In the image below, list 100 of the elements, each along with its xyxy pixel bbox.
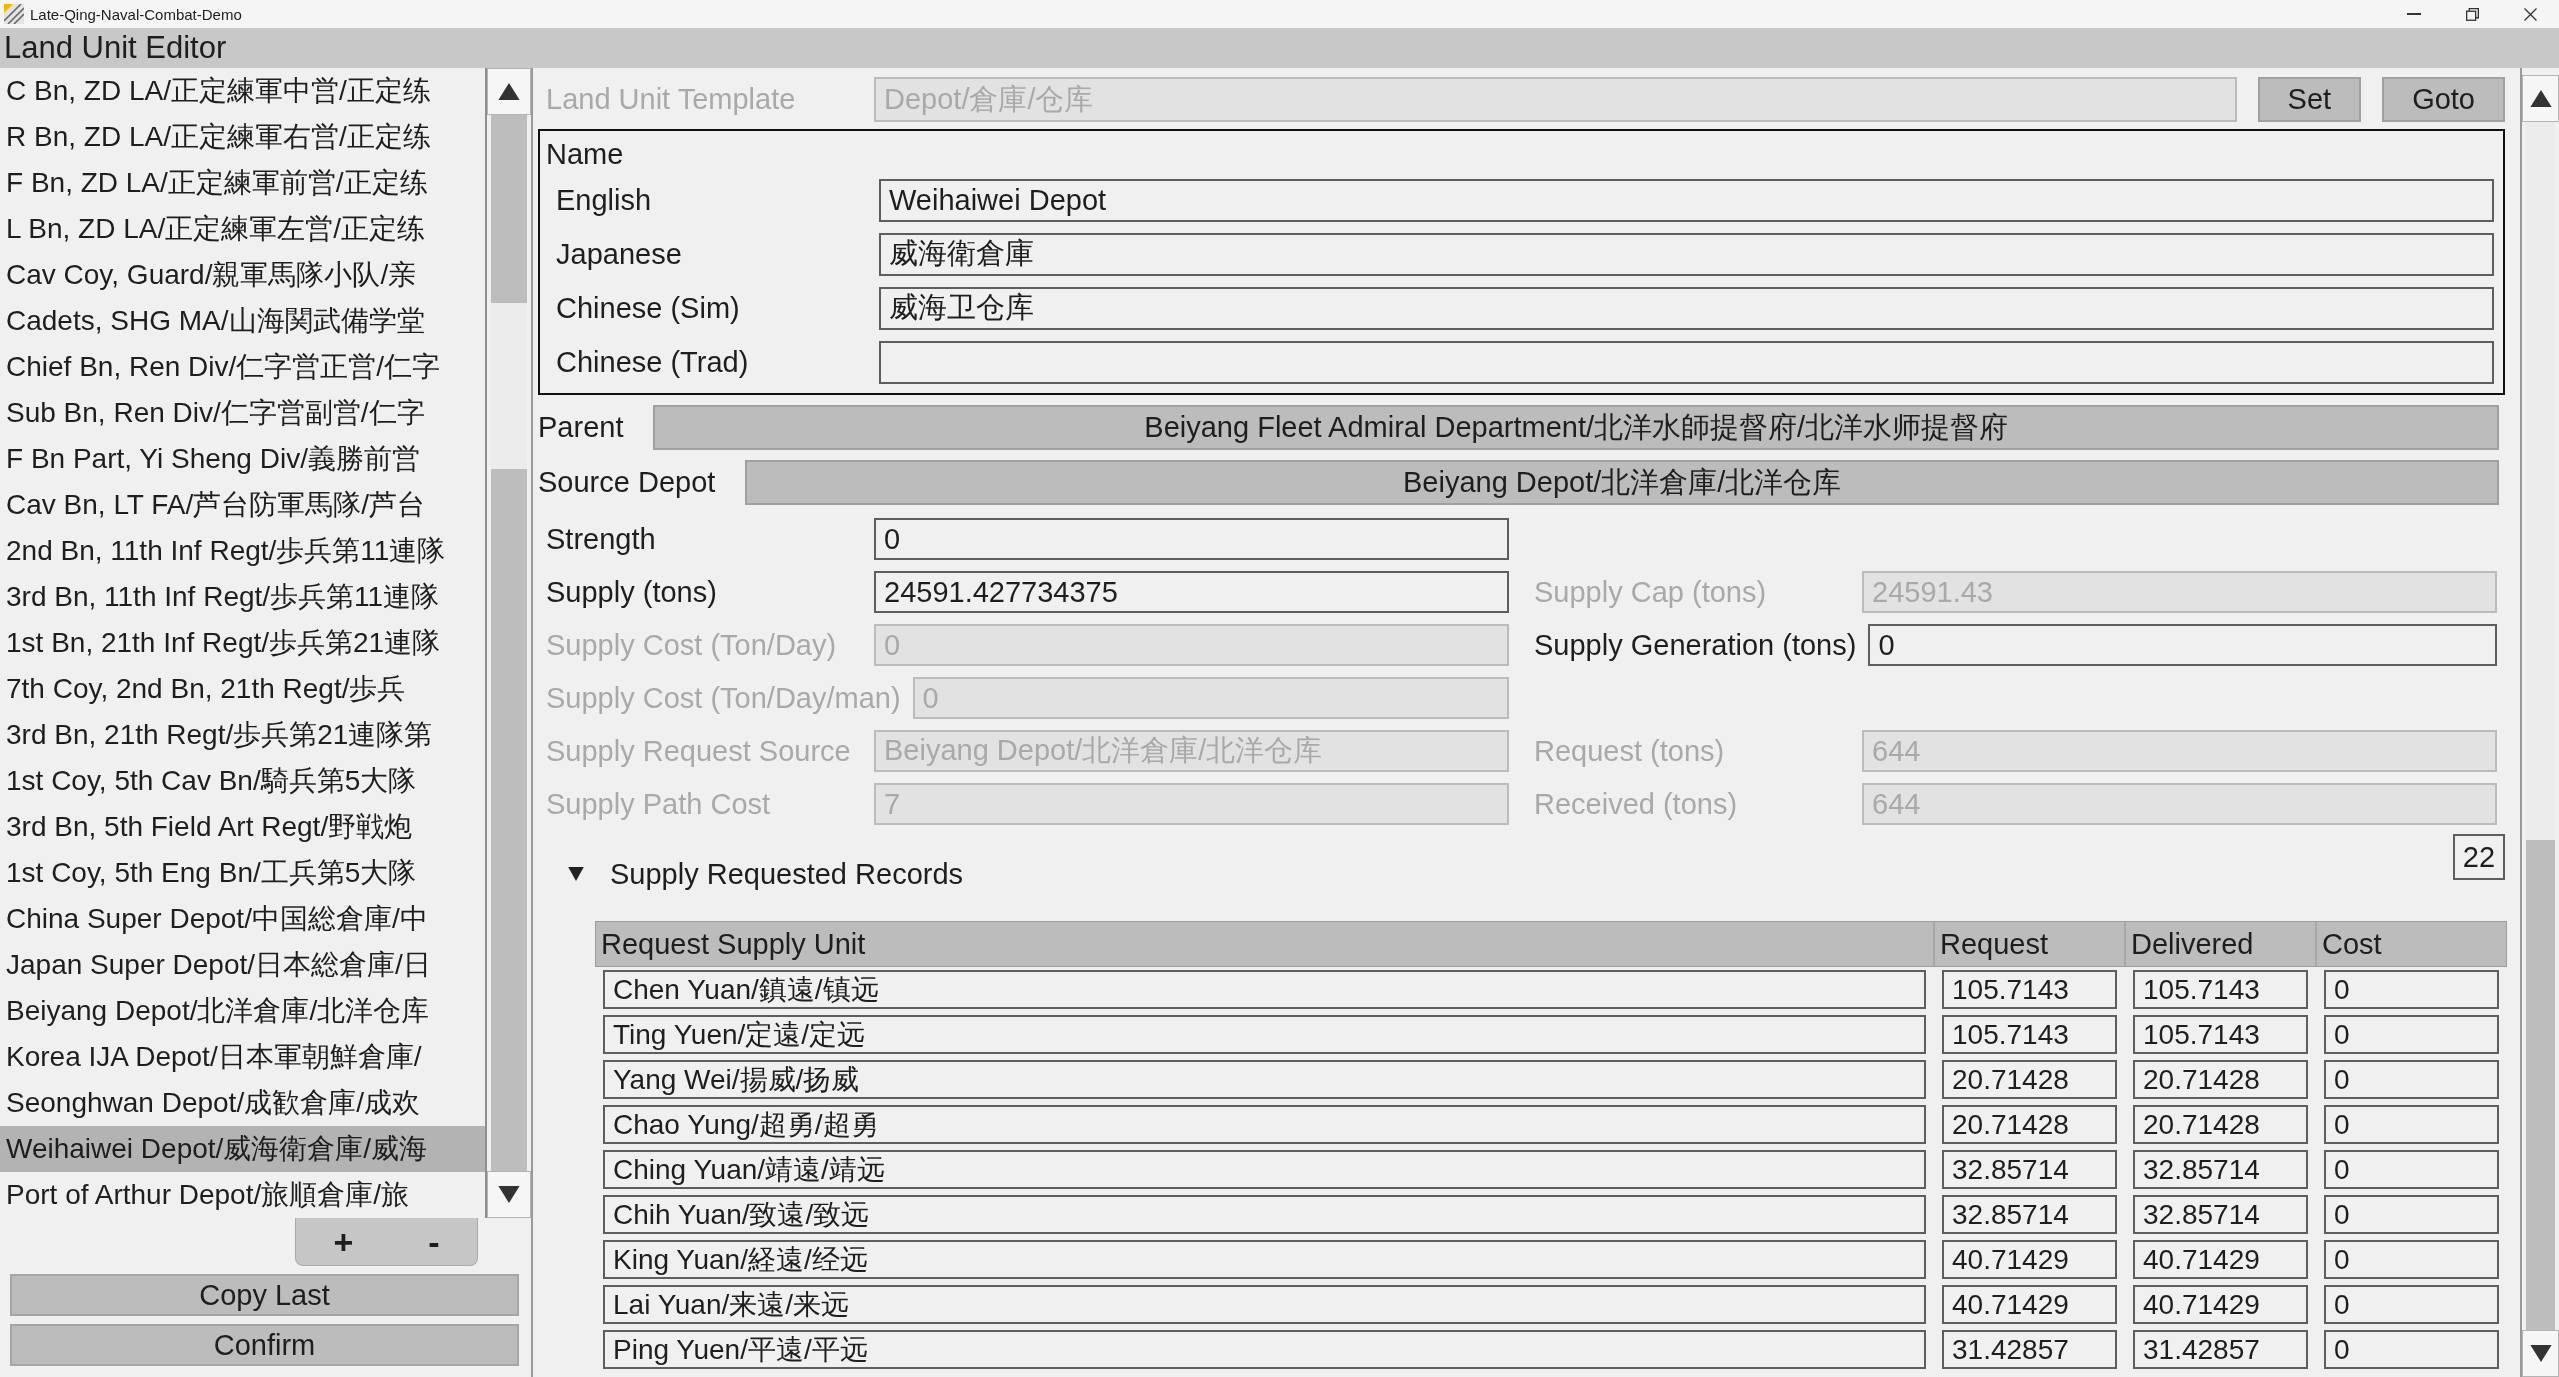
delivered-field[interactable]: 32.85714 bbox=[2133, 1195, 2308, 1234]
delivered-field[interactable]: 32.85714 bbox=[2133, 1150, 2308, 1189]
scroll-down-button[interactable] bbox=[487, 1171, 531, 1218]
name-field[interactable]: 威海衛倉庫 bbox=[879, 232, 2494, 276]
restore-icon[interactable] bbox=[2465, 7, 2479, 21]
list-item[interactable]: China Super Depot/中国総倉庫/中 bbox=[0, 896, 485, 942]
unit-field[interactable]: Ping Yuen/平遠/平远 bbox=[603, 1330, 1926, 1369]
request-field[interactable]: 31.42857 bbox=[1942, 1330, 2117, 1369]
add-button[interactable]: + bbox=[325, 1221, 362, 1262]
list-item[interactable]: 2nd Bn, 11th Inf Regt/歩兵第11連隊 bbox=[0, 528, 485, 574]
unit-field[interactable]: King Yuan/経遠/经远 bbox=[603, 1240, 1926, 1279]
scrollbar-thumb[interactable] bbox=[2526, 122, 2555, 840]
value-field[interactable]: 24591.427734375 bbox=[874, 571, 1509, 613]
unit-field[interactable]: Yang Wei/揚威/扬威 bbox=[603, 1060, 1926, 1099]
scroll-up-button[interactable] bbox=[2522, 75, 2559, 122]
cost-field[interactable]: 0 bbox=[2324, 1060, 2499, 1099]
list-item[interactable]: 7th Coy, 2nd Bn, 21th Regt/歩兵 bbox=[0, 666, 485, 712]
column-header: Delivered bbox=[2124, 922, 2315, 966]
request-field[interactable]: 32.85714 bbox=[1942, 1195, 2117, 1234]
list-item[interactable]: Seonghwan Depot/成歓倉庫/成欢 bbox=[0, 1080, 485, 1126]
cost-field[interactable]: 0 bbox=[2324, 1330, 2499, 1369]
field-label: Source Depot bbox=[538, 466, 716, 499]
unit-field[interactable]: Ting Yuen/定遠/定远 bbox=[603, 1015, 1926, 1054]
records-foldout[interactable]: Supply Requested Records bbox=[568, 854, 964, 894]
unit-field[interactable]: Chao Yung/超勇/超勇 bbox=[603, 1105, 1926, 1144]
list-item[interactable]: 1st Bn, 21th Inf Regt/歩兵第21連隊 bbox=[0, 620, 485, 666]
column-header: Cost bbox=[2315, 922, 2506, 966]
delivered-field[interactable]: 20.71428 bbox=[2133, 1060, 2308, 1099]
down-triangle-icon bbox=[2529, 1345, 2552, 1362]
column-header: Request bbox=[1933, 922, 2124, 966]
down-triangle-icon bbox=[498, 1186, 520, 1203]
cost-field[interactable]: 0 bbox=[2324, 1195, 2499, 1234]
list-item[interactable]: Korea IJA Depot/日本軍朝鮮倉庫/ bbox=[0, 1034, 485, 1080]
up-triangle-icon bbox=[498, 83, 520, 100]
delivered-field[interactable]: 40.71429 bbox=[2133, 1285, 2308, 1324]
request-field[interactable]: 40.71429 bbox=[1942, 1285, 2117, 1324]
list-item[interactable]: Cav Coy, Guard/親軍馬隊小队/亲 bbox=[0, 252, 485, 298]
cost-field[interactable]: 0 bbox=[2324, 1240, 2499, 1279]
list-item[interactable]: 1st Coy, 5th Cav Bn/騎兵第5大隊 bbox=[0, 758, 485, 804]
scroll-up-button[interactable] bbox=[487, 68, 531, 115]
field-label: Strength bbox=[546, 522, 656, 556]
field-label: Received (tons) bbox=[1534, 787, 1738, 821]
remove-button[interactable]: - bbox=[420, 1221, 448, 1262]
field-label: Supply Cap (tons) bbox=[1534, 575, 1767, 609]
delivered-field[interactable]: 20.71428 bbox=[2133, 1105, 2308, 1144]
request-field[interactable]: 40.71429 bbox=[1942, 1240, 2117, 1279]
name-field[interactable] bbox=[879, 340, 2494, 384]
list-item[interactable]: Cadets, SHG MA/山海関武備学堂 bbox=[0, 298, 485, 344]
field-label: English bbox=[556, 183, 652, 217]
delivered-field[interactable]: 105.7143 bbox=[2133, 1015, 2308, 1054]
list-item[interactable]: F Bn Part, Yi Sheng Div/義勝前営 bbox=[0, 436, 485, 482]
list-item[interactable]: Japan Super Depot/日本総倉庫/日 bbox=[0, 942, 485, 988]
up-triangle-icon bbox=[2529, 90, 2552, 107]
name-field[interactable]: Weihaiwei Depot bbox=[879, 178, 2494, 222]
list-item[interactable]: C Bn, ZD LA/正定練軍中営/正定练 bbox=[0, 68, 485, 114]
copy-last-button[interactable]: Copy Last bbox=[10, 1274, 519, 1316]
name-field[interactable]: 威海卫仓库 bbox=[879, 286, 2494, 330]
cost-field[interactable]: 0 bbox=[2324, 1015, 2499, 1054]
list-item[interactable]: 3rd Bn, 11th Inf Regt/歩兵第11連隊 bbox=[0, 574, 485, 620]
field-label: Parent bbox=[538, 411, 624, 444]
list-item[interactable]: 3rd Bn, 5th Field Art Regt/野戦炮 bbox=[0, 804, 485, 850]
list-item[interactable]: Beiyang Depot/北洋倉庫/北洋仓库 bbox=[0, 988, 485, 1034]
scrollbar-thumb[interactable] bbox=[491, 303, 527, 469]
list-item[interactable]: Sub Bn, Ren Div/仁字営副営/仁字 bbox=[0, 390, 485, 436]
list-item[interactable]: Cav Bn, LT FA/芦台防軍馬隊/芦台 bbox=[0, 482, 485, 528]
list-item[interactable]: F Bn, ZD LA/正定練軍前営/正定练 bbox=[0, 160, 485, 206]
delivered-field[interactable]: 31.42857 bbox=[2133, 1330, 2308, 1369]
scroll-down-button[interactable] bbox=[2522, 1330, 2559, 1377]
confirm-button[interactable]: Confirm bbox=[10, 1324, 519, 1366]
field-label: Chinese (Sim) bbox=[556, 291, 740, 325]
request-field[interactable]: 20.71428 bbox=[1942, 1105, 2117, 1144]
delivered-field[interactable]: 40.71429 bbox=[2133, 1240, 2308, 1279]
list-item[interactable]: Port of Arthur Depot/旅順倉庫/旅 bbox=[0, 1172, 485, 1218]
unit-field[interactable]: Lai Yuan/来遠/来远 bbox=[603, 1285, 1926, 1324]
value-field[interactable]: 0 bbox=[874, 518, 1509, 560]
request-field[interactable]: 105.7143 bbox=[1942, 970, 2117, 1009]
source-depot-button[interactable]: Beiyang Depot/北洋倉庫/北洋仓库 bbox=[745, 460, 2499, 505]
request-field[interactable]: 105.7143 bbox=[1942, 1015, 2117, 1054]
request-field[interactable]: 32.85714 bbox=[1942, 1150, 2117, 1189]
count-field[interactable]: 22 bbox=[2453, 834, 2505, 880]
close-icon[interactable] bbox=[2523, 7, 2537, 21]
request-field[interactable]: 20.71428 bbox=[1942, 1060, 2117, 1099]
cost-field[interactable]: 0 bbox=[2324, 1105, 2499, 1144]
cost-field[interactable]: 0 bbox=[2324, 1150, 2499, 1189]
unit-field[interactable]: Ching Yuan/靖遠/靖远 bbox=[603, 1150, 1926, 1189]
value-field[interactable]: 0 bbox=[1868, 624, 2497, 666]
unit-field[interactable]: Chen Yuan/鎮遠/镇远 bbox=[603, 970, 1926, 1009]
cost-field[interactable]: 0 bbox=[2324, 1285, 2499, 1324]
list-item[interactable]: Weihaiwei Depot/威海衛倉庫/威海 bbox=[0, 1126, 485, 1172]
unit-field[interactable]: Chih Yuan/致遠/致远 bbox=[603, 1195, 1926, 1234]
list-item[interactable]: Chief Bn, Ren Div/仁字営正営/仁字 bbox=[0, 344, 485, 390]
list-item[interactable]: 3rd Bn, 21th Regt/歩兵第21連隊第 bbox=[0, 712, 485, 758]
delivered-field[interactable]: 105.7143 bbox=[2133, 970, 2308, 1009]
field-label: Request (tons) bbox=[1534, 734, 1725, 768]
list-item[interactable]: 1st Coy, 5th Eng Bn/工兵第5大隊 bbox=[0, 850, 485, 896]
parent-button[interactable]: Beiyang Fleet Admiral Department/北洋水師提督府/北洋水师提督府 bbox=[653, 405, 2499, 450]
group-title: Name bbox=[546, 137, 624, 172]
cost-field[interactable]: 0 bbox=[2324, 970, 2499, 1009]
list-item[interactable]: R Bn, ZD LA/正定練軍右営/正定练 bbox=[0, 114, 485, 160]
list-item[interactable]: L Bn, ZD LA/正定練軍左営/正定练 bbox=[0, 206, 485, 252]
